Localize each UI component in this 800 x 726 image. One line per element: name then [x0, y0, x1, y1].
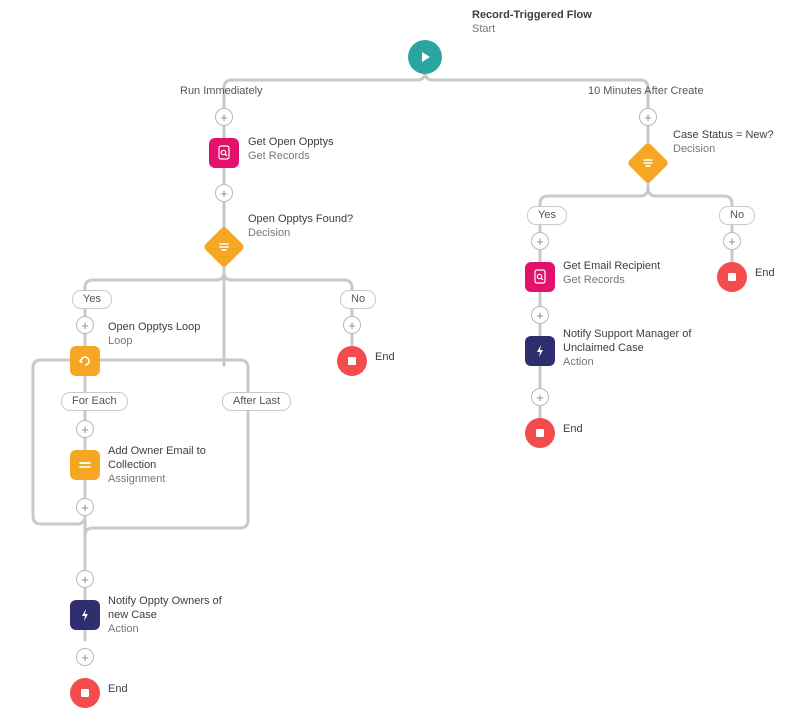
clipboard-search-icon	[216, 145, 232, 161]
right-decision-yes-pill: Yes	[527, 206, 567, 225]
decision-icon	[641, 156, 655, 170]
plus-left-yes-1[interactable]: +	[76, 316, 94, 334]
notify-support-node[interactable]	[525, 336, 555, 366]
bolt-icon	[78, 608, 92, 622]
start-subtitle: Start	[472, 23, 652, 37]
loop-icon	[77, 353, 93, 369]
assignment-icon	[77, 457, 93, 473]
left-end-main-label: End	[108, 683, 148, 697]
get-open-opptys-label: Get Open Opptys Get Records	[248, 136, 378, 164]
plus-left-foreach-2[interactable]: +	[76, 498, 94, 516]
left-end-no[interactable]	[337, 346, 367, 376]
get-recipient-label: Get Email Recipient Get Records	[563, 260, 693, 288]
notify-support-label: Notify Support Manager of Unclaimed Case…	[563, 328, 703, 369]
stop-icon	[346, 355, 358, 367]
assignment-label: Add Owner Email to Collection Assignment	[108, 445, 238, 486]
plus-left-afterlast-1[interactable]: +	[76, 570, 94, 588]
plus-left-2[interactable]: +	[215, 184, 233, 202]
left-decision-no-pill: No	[340, 290, 376, 309]
plus-right-1[interactable]: +	[639, 108, 657, 126]
left-end-no-label: End	[375, 351, 415, 365]
plus-right-yes-1[interactable]: +	[531, 232, 549, 250]
clipboard-search-icon	[532, 269, 548, 285]
get-open-opptys-node[interactable]	[209, 138, 239, 168]
plus-left-no-1[interactable]: +	[343, 316, 361, 334]
stop-icon	[534, 427, 546, 439]
start-node[interactable]	[408, 40, 442, 74]
notify-oppty-label: Notify Oppty Owners of new Case Action	[108, 595, 238, 636]
plus-left-1[interactable]: +	[215, 108, 233, 126]
assignment-node[interactable]	[70, 450, 100, 480]
case-status-label: Case Status = New? Decision	[673, 129, 793, 157]
plus-left-foreach-1[interactable]: +	[76, 420, 94, 438]
plus-right-no-1[interactable]: +	[723, 232, 741, 250]
open-opptys-found-label: Open Opptys Found? Decision	[248, 213, 378, 241]
notify-oppty-node[interactable]	[70, 600, 100, 630]
left-end-main[interactable]	[70, 678, 100, 708]
plus-right-yes-3[interactable]: +	[531, 388, 549, 406]
loop-afterlast-pill: After Last	[222, 392, 291, 411]
start-label: Record-Triggered Flow Start	[472, 9, 652, 37]
stop-icon	[726, 271, 738, 283]
stop-icon	[79, 687, 91, 699]
plus-right-yes-2[interactable]: +	[531, 306, 549, 324]
loop-node[interactable]	[70, 346, 100, 376]
right-end-no-label: End	[755, 267, 795, 281]
right-end-yes[interactable]	[525, 418, 555, 448]
right-decision-no-pill: No	[719, 206, 755, 225]
path-run-immediately-label: Run Immediately	[180, 85, 263, 97]
loop-label: Open Opptys Loop Loop	[108, 321, 238, 349]
right-end-no[interactable]	[717, 262, 747, 292]
start-title: Record-Triggered Flow	[472, 9, 652, 23]
plus-left-notify[interactable]: +	[76, 648, 94, 666]
left-decision-yes-pill: Yes	[72, 290, 112, 309]
right-end-yes-label: End	[563, 423, 603, 437]
bolt-icon	[533, 344, 547, 358]
loop-foreach-pill: For Each	[61, 392, 128, 411]
path-ten-min-label: 10 Minutes After Create	[588, 85, 704, 97]
decision-icon	[217, 240, 231, 254]
get-recipient-node[interactable]	[525, 262, 555, 292]
